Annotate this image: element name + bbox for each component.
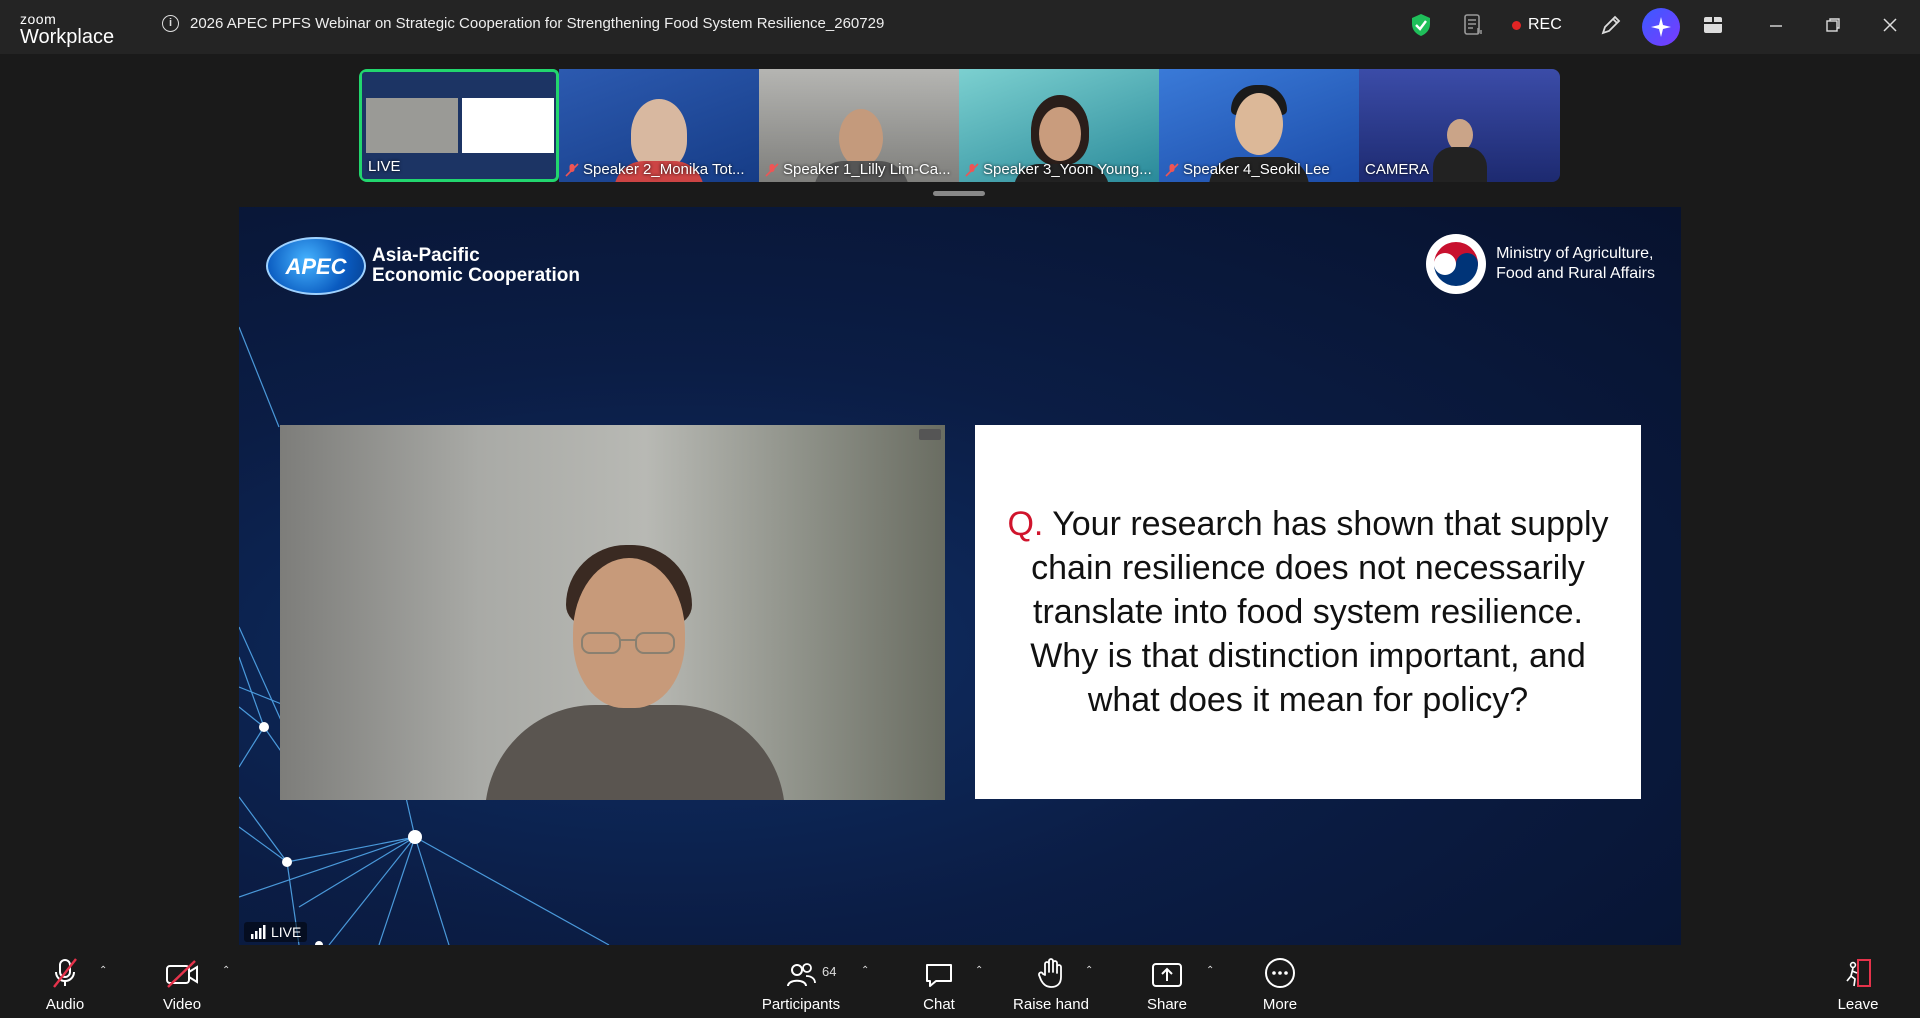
- signal-bars-icon: [251, 925, 266, 939]
- chat-button[interactable]: Chat: [920, 945, 958, 1018]
- thumbnail-speaker: [366, 98, 458, 153]
- thumbnail-slide: [462, 98, 554, 153]
- ministry-name-line2: Food and Rural Affairs: [1496, 265, 1655, 282]
- logo-small-text: zoom: [20, 11, 57, 27]
- camera-badge: [919, 429, 941, 440]
- chat-options-chevron-icon[interactable]: ⌃: [975, 965, 983, 976]
- video-off-icon: [165, 945, 199, 989]
- meeting-toolbar: Audio ⌃ Video ⌃ Participants 64 ⌃ Chat ⌃…: [0, 945, 1920, 1018]
- apec-name-line1: Asia-Pacific: [372, 245, 480, 267]
- rec-label: REC: [1528, 16, 1562, 33]
- chat-label: Chat: [923, 996, 955, 1013]
- question-prefix: Q.: [1007, 504, 1044, 543]
- ai-companion-button[interactable]: [1642, 8, 1680, 46]
- speaker-video-feed: [280, 425, 945, 800]
- mic-muted-icon: [51, 945, 79, 989]
- sparkle-icon: [1651, 17, 1671, 37]
- reactions-options-chevron-icon[interactable]: ⌃: [1085, 965, 1093, 976]
- participants-count: 64: [822, 964, 837, 979]
- title-bar: zoom Workplace i 2026 APEC PPFS Webinar …: [0, 0, 1920, 54]
- ministry-name-line1: Ministry of Agriculture,: [1496, 245, 1654, 262]
- camera-banner: [1369, 77, 1549, 103]
- info-icon[interactable]: i: [162, 15, 179, 32]
- live-label: LIVE: [271, 924, 302, 940]
- participant-face: [1039, 107, 1081, 161]
- recording-indicator[interactable]: REC: [1512, 16, 1562, 34]
- shield-icon[interactable]: [1408, 12, 1434, 38]
- share-button[interactable]: Share: [1146, 945, 1188, 1018]
- whiteboard-pen-icon[interactable]: [1598, 12, 1624, 38]
- tile-label: CAMERA: [1365, 161, 1430, 178]
- apps-icon[interactable]: [1700, 12, 1726, 38]
- gallery-tile-speaker-4[interactable]: Speaker 4_Seokil Lee: [1159, 69, 1359, 182]
- speaker-body: [485, 705, 785, 800]
- notes-icon[interactable]: [1460, 12, 1486, 38]
- meeting-title: 2026 APEC PPFS Webinar on Strategic Coop…: [190, 15, 885, 32]
- mic-muted-icon: [1165, 162, 1179, 177]
- chat-icon: [924, 945, 954, 989]
- tile-label: LIVE: [368, 158, 401, 175]
- participants-options-chevron-icon[interactable]: ⌃: [861, 965, 869, 976]
- participant-face: [631, 99, 687, 169]
- participants-icon: [786, 945, 816, 989]
- tile-label: Speaker 1_Lilly Lim-Ca...: [783, 161, 951, 178]
- mic-muted-icon: [965, 162, 979, 177]
- raise-hand-label: Raise hand: [1013, 996, 1089, 1013]
- apec-globe-text: APEC: [285, 254, 347, 279]
- video-gallery-strip: LIVE Speaker 2_Monika Tot... Speaker 1_L…: [359, 69, 1560, 182]
- gallery-resize-handle[interactable]: [933, 191, 985, 196]
- apec-name-line2: Economic Cooperation: [372, 265, 580, 286]
- raise-hand-button[interactable]: Raise hand: [1013, 945, 1089, 1018]
- more-button[interactable]: More: [1260, 945, 1300, 1018]
- gallery-tile-live[interactable]: LIVE: [359, 69, 559, 182]
- participants-button[interactable]: Participants: [758, 945, 844, 1018]
- tile-label: Speaker 3_Yoon Young...: [983, 161, 1152, 178]
- mic-muted-icon: [765, 162, 779, 177]
- hand-icon: [1037, 945, 1065, 989]
- gallery-tile-camera[interactable]: CAMERA: [1359, 69, 1560, 182]
- apec-globe-icon: APEC: [266, 237, 366, 295]
- leave-button[interactable]: Leave: [1836, 945, 1880, 1018]
- close-icon[interactable]: [1877, 12, 1903, 38]
- participant-face: [839, 109, 883, 167]
- question-body: Your research has shown that supply chai…: [1030, 504, 1609, 720]
- participant-body: [1433, 147, 1487, 182]
- apec-logo: APEC Asia-Pacific Economic Cooperation: [266, 237, 580, 295]
- question-text: Q. Your research has shown that supply c…: [1005, 502, 1611, 723]
- gallery-tile-speaker-1[interactable]: Speaker 1_Lilly Lim-Ca...: [759, 69, 959, 182]
- video-label: Video: [162, 996, 202, 1013]
- audio-button[interactable]: Audio: [44, 945, 86, 1018]
- taegeuk-emblem-icon: [1426, 234, 1487, 294]
- leave-label: Leave: [1837, 996, 1879, 1013]
- gallery-tile-speaker-2[interactable]: Speaker 2_Monika Tot...: [559, 69, 759, 182]
- mic-muted-icon: [565, 162, 579, 177]
- logo-big-text: Workplace: [20, 26, 115, 48]
- video-button[interactable]: Video: [161, 945, 203, 1018]
- video-options-chevron-icon[interactable]: ⌃: [222, 965, 230, 976]
- glasses-icon: [581, 632, 675, 654]
- live-indicator: LIVE: [244, 922, 308, 942]
- participant-face: [1235, 93, 1283, 155]
- audio-label: Audio: [45, 996, 85, 1013]
- participants-label: Participants: [761, 996, 841, 1013]
- question-slide: Q. Your research has shown that supply c…: [975, 425, 1641, 799]
- more-label: More: [1262, 996, 1298, 1013]
- share-screen-icon: [1151, 945, 1183, 989]
- leave-door-icon: [1842, 945, 1874, 989]
- zoom-logo: zoom Workplace: [20, 12, 130, 47]
- share-label: Share: [1146, 996, 1188, 1013]
- restore-icon[interactable]: [1820, 12, 1846, 38]
- minimize-icon[interactable]: [1763, 12, 1789, 38]
- audio-options-chevron-icon[interactable]: ⌃: [99, 965, 107, 976]
- tile-label: Speaker 4_Seokil Lee: [1183, 161, 1330, 178]
- more-ellipsis-icon: [1264, 945, 1296, 989]
- share-options-chevron-icon[interactable]: ⌃: [1206, 965, 1214, 976]
- gallery-tile-speaker-3[interactable]: Speaker 3_Yoon Young...: [959, 69, 1159, 182]
- record-dot-icon: [1512, 20, 1521, 30]
- tile-label: Speaker 2_Monika Tot...: [583, 161, 745, 178]
- shared-stage: APEC Asia-Pacific Economic Cooperation M…: [239, 207, 1681, 945]
- ministry-logo: Ministry of Agriculture, Food and Rural …: [1426, 234, 1655, 294]
